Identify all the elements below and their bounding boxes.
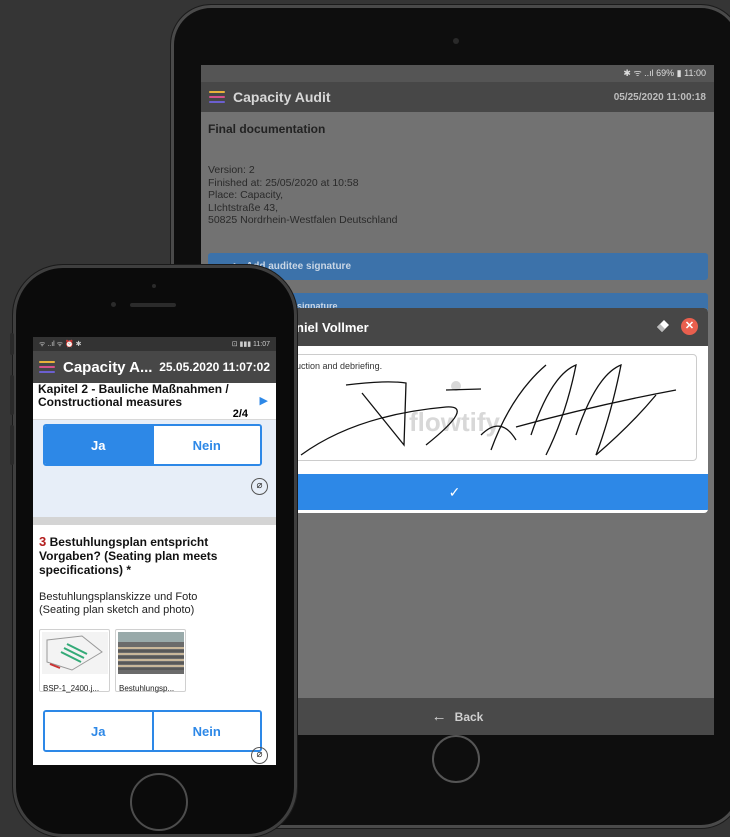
question-2-segmented-control: Ja Nein <box>43 424 262 466</box>
paperclip-icon[interactable]: ⌀ <box>251 478 268 495</box>
info-place: Place: Capacity, <box>208 189 284 201</box>
chapter-count: 2/4 <box>232 408 248 419</box>
question-3-segmented-control: Ja Nein <box>43 710 262 752</box>
check-icon: ✓ <box>448 484 461 500</box>
question-3-description: Bestuhlungsplanskizze und Foto (Seating … <box>39 591 270 617</box>
menu-icon[interactable] <box>39 361 55 373</box>
phone-screen: ᯤ ..ıl ᯤ ⏰ ✱ ⊡ ▮▮▮ 11:07 Capacity A... 2… <box>33 337 276 765</box>
close-icon[interactable]: ✕ <box>681 318 698 335</box>
chapter-title: Kapitel 2 - Bauliche Maßnahmen / Constru… <box>38 383 229 409</box>
info-finished: Finished at: 25/05/2020 at 10:58 <box>208 176 359 189</box>
paperclip-icon[interactable]: ⌀ <box>251 747 268 764</box>
back-label: Back <box>454 709 484 724</box>
phone-status-bar: ᯤ ..ıl ᯤ ⏰ ✱ ⊡ ▮▮▮ 11:07 <box>33 337 276 351</box>
phone-volume-down <box>10 425 14 465</box>
tablet-camera <box>453 38 459 44</box>
tablet-app-bar: Capacity Audit 05/25/2020 11:00:18 <box>201 82 714 112</box>
q2-yes-button[interactable]: Ja <box>45 426 152 464</box>
question-3-desc-line1: Bestuhlungsplanskizze und Foto <box>39 591 198 603</box>
signature-dialog-title: niel Vollmer <box>296 319 369 335</box>
question-2-answer-area: Ja Nein ⌀ <box>33 419 276 517</box>
tablet-content: Final documentation Version: 2 Finished … <box>201 112 714 233</box>
eraser-icon[interactable] <box>656 319 670 333</box>
back-arrow-icon: ← <box>431 708 447 725</box>
tablet-home-button[interactable] <box>432 735 480 783</box>
signature-pad[interactable]: nduction and debriefing. flowtify <box>275 354 697 461</box>
phone-speaker <box>130 303 176 307</box>
phone-home-button[interactable] <box>130 773 188 831</box>
document-info: Version: 2 Finished at: 25/05/2020 at 10… <box>208 164 707 227</box>
signature-stroke <box>300 363 677 456</box>
phone-mute-switch <box>10 333 14 355</box>
section-title: Final documentation <box>208 122 326 136</box>
phone-proximity-sensor <box>152 284 156 288</box>
q2-no-button[interactable]: Nein <box>151 426 260 464</box>
phone-app-title: Capacity A... <box>63 358 153 376</box>
question-3-text: Bestuhlungsplan entspricht Vorgaben? (Se… <box>39 535 218 577</box>
phone-app-date: 25.05.2020 11:07:02 <box>159 360 270 374</box>
attachment-thumbnail[interactable]: Bestuhlungsp... <box>115 629 186 693</box>
floor-plan-image <box>42 632 108 674</box>
add-auditee-signature-button[interactable]: Add auditee signature <box>208 253 708 280</box>
question-3-number: 3 <box>39 534 47 549</box>
chapter-header[interactable]: Kapitel 2 - Bauliche Maßnahmen / Constru… <box>33 383 276 419</box>
seating-photo-image <box>118 632 184 674</box>
question-3-desc-line2: (Seating plan sketch and photo) <box>39 604 195 616</box>
q3-no-button[interactable]: Nein <box>151 712 260 750</box>
question-divider <box>33 517 276 525</box>
info-city: 50825 Nordrhein-Westfalen Deutschland <box>208 214 398 226</box>
menu-icon[interactable] <box>209 91 225 103</box>
info-version: Version: 2 <box>208 164 255 176</box>
chevron-right-icon[interactable]: ▶ <box>260 394 268 407</box>
attachment-thumbnail[interactable]: BSP-1_2400.j... <box>39 629 110 693</box>
phone-camera <box>111 302 116 307</box>
phone-volume-up <box>10 375 14 415</box>
q3-yes-button[interactable]: Ja <box>45 712 152 750</box>
phone-status-right: ⊡ ▮▮▮ 11:07 <box>231 341 270 348</box>
attachment-name: BSP-1_2400.j... <box>43 684 100 693</box>
tablet-app-title: Capacity Audit <box>233 89 331 105</box>
tablet-status-bar: ✱ ᯤ ..ıl 69% ▮ 11:00 <box>201 65 714 82</box>
tablet-app-date: 05/25/2020 11:00:18 <box>613 91 706 103</box>
question-3: 3 Bestuhlungsplan entspricht Vorgaben? (… <box>33 525 276 764</box>
phone-status-left: ᯤ ..ıl ᯤ ⏰ ✱ <box>39 340 82 348</box>
question-3-title: 3 Bestuhlungsplan entspricht Vorgaben? (… <box>39 534 270 578</box>
phone-device: ᯤ ..ıl ᯤ ⏰ ✱ ⊡ ▮▮▮ 11:07 Capacity A... 2… <box>10 265 297 837</box>
attachment-name: Bestuhlungsp... <box>119 684 175 693</box>
info-street: LIchtstraße 43, <box>208 201 279 214</box>
phone-app-bar: Capacity A... 25.05.2020 11:07:02 <box>33 351 276 383</box>
attachment-list: BSP-1_2400.j... Bestuhlungsp... <box>39 629 270 693</box>
